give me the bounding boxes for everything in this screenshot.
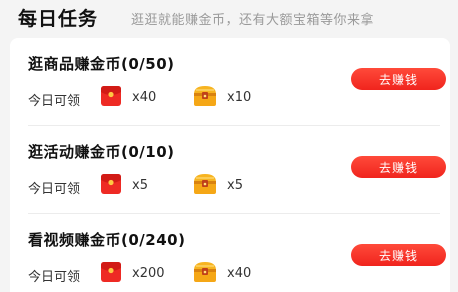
chest-count: x10 — [227, 90, 252, 105]
task-item-watch-videos: 看视频赚金币(0/240) 今日可领 x200 x40 去赚钱 — [10, 214, 450, 292]
header-title: 每日任务 — [18, 8, 99, 30]
task-title: 逛活动赚金币(0/10) — [28, 143, 175, 161]
treasure-chest-icon — [194, 86, 216, 106]
red-packet-count: x40 — [132, 90, 157, 105]
header: 每日任务 逛逛就能赚金币，还有大额宝箱等你来拿 — [0, 0, 458, 38]
task-item-browse-activities: 逛活动赚金币(0/10) 今日可领 x5 x5 去赚钱 — [10, 126, 450, 214]
task-today-label: 今日可领 — [28, 270, 81, 285]
red-packet-count: x200 — [132, 266, 165, 281]
go-earn-button[interactable]: 去赚钱 — [351, 68, 446, 90]
daily-tasks-page: 每日任务 逛逛就能赚金币，还有大额宝箱等你来拿 逛商品赚金币(0/50) 今日可… — [0, 0, 458, 292]
task-list-card: 逛商品赚金币(0/50) 今日可领 x40 x10 去赚钱 逛活动赚金币(0/1… — [10, 38, 450, 292]
header-subtitle: 逛逛就能赚金币，还有大额宝箱等你来拿 — [131, 13, 375, 28]
treasure-chest-icon — [194, 262, 216, 282]
task-title: 看视频赚金币(0/240) — [28, 231, 186, 249]
task-title: 逛商品赚金币(0/50) — [28, 55, 175, 73]
go-earn-button[interactable]: 去赚钱 — [351, 244, 446, 266]
treasure-chest-icon — [194, 174, 216, 194]
task-today-label: 今日可领 — [28, 182, 81, 197]
red-packet-icon — [101, 174, 121, 194]
task-item-browse-products: 逛商品赚金币(0/50) 今日可领 x40 x10 去赚钱 — [10, 38, 450, 126]
chest-count: x5 — [227, 178, 243, 193]
chest-count: x40 — [227, 266, 252, 281]
red-packet-icon — [101, 86, 121, 106]
go-earn-button[interactable]: 去赚钱 — [351, 156, 446, 178]
red-packet-count: x5 — [132, 178, 148, 193]
task-today-label: 今日可领 — [28, 94, 81, 109]
red-packet-icon — [101, 262, 121, 282]
